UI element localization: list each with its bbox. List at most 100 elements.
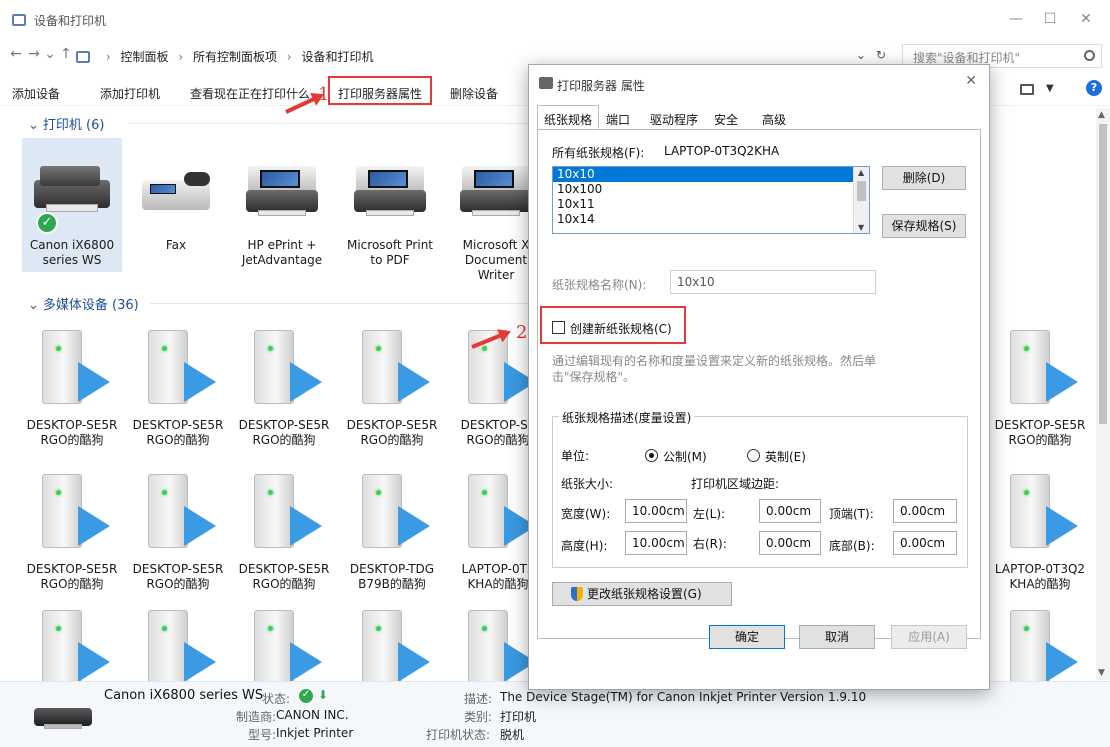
media-device[interactable]: LAPTOP-0T3Q2 KHA的酷狗 — [990, 462, 1090, 602]
address-dropdown-button[interactable]: ⌄ — [856, 48, 866, 62]
annotation-number: 1 — [318, 84, 330, 105]
manufacturer-label: 制造商: — [236, 710, 277, 724]
add-device-button[interactable]: 添加设备 — [12, 85, 60, 102]
media-section-header[interactable]: ⌄ 多媒体设备 (36) — [28, 294, 139, 313]
annotation-number: 2 — [516, 322, 528, 343]
close-button[interactable]: ✕ — [1066, 8, 1106, 30]
tab-advanced[interactable]: 高级 — [755, 107, 793, 129]
top-margin-input[interactable]: 0.00cm — [893, 499, 957, 523]
tab-forms[interactable]: 纸张规格 — [537, 105, 600, 129]
forward-button[interactable]: → — [26, 46, 42, 62]
media-section-title: 多媒体设备 (36) — [42, 298, 139, 313]
width-input[interactable]: 10.00cm — [625, 499, 687, 523]
english-radio[interactable] — [747, 449, 760, 462]
printer-microsoft-pdf[interactable]: Microsoft Print to PDF — [340, 138, 440, 272]
dialog-title: 打印服务器 属性 — [557, 79, 645, 93]
uac-shield-icon — [571, 587, 583, 601]
scroll-up-icon[interactable]: ▲ — [858, 168, 864, 177]
metric-radio[interactable] — [645, 449, 658, 462]
media-device[interactable]: DESKTOP-SE5R RGO的酷狗 — [234, 318, 334, 458]
list-item[interactable]: 10x14 — [553, 212, 869, 227]
maximize-button[interactable]: ☐ — [1030, 8, 1070, 30]
device-label: series WS — [42, 253, 102, 267]
device-label: DESKTOP-SE5R — [26, 418, 118, 432]
printer-icon — [244, 160, 320, 220]
breadcrumb: › 控制面板 › 所有控制面板项 › 设备和打印机 — [76, 48, 373, 65]
media-device[interactable] — [128, 598, 228, 684]
apply-button[interactable]: 应用(A) — [891, 625, 967, 649]
dialog-close-button[interactable]: ✕ — [965, 73, 977, 89]
printer-canon[interactable]: ✓ Canon iX6800 series WS — [22, 138, 122, 272]
ok-button[interactable]: 确定 — [709, 625, 785, 649]
list-item[interactable]: 10x10 — [553, 167, 869, 182]
device-label: RGO的酷狗 — [360, 433, 424, 447]
printers-section-header[interactable]: ⌄ 打印机 (6) — [28, 114, 104, 133]
printer-fax[interactable]: Fax — [126, 138, 226, 272]
section-divider — [128, 123, 528, 124]
width-label: 宽度(W): — [561, 507, 611, 521]
media-server-icon — [144, 606, 220, 684]
scroll-down-icon[interactable]: ▼ — [858, 223, 864, 232]
create-new-form-checkbox[interactable] — [552, 321, 565, 334]
refresh-button[interactable]: ↻ — [876, 48, 886, 62]
see-printing-button[interactable]: 查看现在正在打印什么 — [190, 85, 310, 102]
media-device[interactable] — [990, 598, 1090, 684]
tab-ports[interactable]: 端口 — [599, 107, 637, 129]
media-device[interactable]: DESKTOP-TDG B79B的酷狗 — [342, 462, 442, 602]
recent-locations-button[interactable]: ⌄ — [42, 46, 58, 62]
breadcrumb-control-panel[interactable]: 控制面板 — [120, 50, 168, 64]
details-pane: Canon iX6800 series WS 状态: ✓ ⬇ 制造商: CANO… — [0, 681, 1110, 747]
cancel-button[interactable]: 取消 — [799, 625, 875, 649]
height-input[interactable]: 10.00cm — [625, 531, 687, 555]
media-device[interactable]: DESKTOP-SE5R RGO的酷狗 — [990, 318, 1090, 458]
printer-hp-eprint[interactable]: HP ePrint + JetAdvantage — [232, 138, 332, 272]
vertical-scrollbar[interactable]: ▲ ▼ — [1096, 108, 1110, 680]
device-label: DESKTOP-TDG — [349, 562, 435, 576]
help-icon[interactable]: ? — [1086, 80, 1102, 96]
form-name-input[interactable]: 10x10 — [670, 270, 876, 294]
media-device[interactable] — [342, 598, 442, 684]
change-view-icon[interactable] — [1020, 84, 1034, 95]
listbox-scrollbar[interactable]: ▲ ▼ — [853, 167, 869, 233]
media-device[interactable] — [234, 598, 334, 684]
left-margin-label: 左(L): — [693, 507, 726, 521]
scrollbar-thumb[interactable] — [857, 181, 866, 201]
list-item[interactable]: 10x11 — [553, 197, 869, 212]
change-form-settings-label: 更改纸张规格设置(G) — [587, 587, 702, 601]
tab-drivers[interactable]: 驱动程序 — [643, 107, 705, 129]
device-label: DESKTOP-SE5R — [994, 418, 1086, 432]
scroll-down-icon[interactable]: ▼ — [1098, 668, 1105, 678]
breadcrumb-all-items[interactable]: 所有控制面板项 — [193, 50, 277, 64]
save-form-button[interactable]: 保存规格(S) — [882, 214, 966, 238]
media-device[interactable]: DESKTOP-SE5R RGO的酷狗 — [342, 318, 442, 458]
remove-device-button[interactable]: 删除设备 — [450, 85, 498, 102]
tab-security[interactable]: 安全 — [707, 107, 745, 129]
media-server-icon — [144, 470, 220, 550]
scroll-up-icon[interactable]: ▲ — [1098, 110, 1105, 120]
title-bar: 设备和打印机 — ☐ ✕ — [0, 0, 1110, 34]
list-item[interactable]: 10x100 — [553, 182, 869, 197]
media-device[interactable] — [22, 598, 122, 684]
right-margin-input[interactable]: 0.00cm — [759, 531, 821, 555]
media-device[interactable]: DESKTOP-SE5R RGO的酷狗 — [234, 462, 334, 602]
delete-form-button[interactable]: 删除(D) — [882, 166, 966, 190]
breadcrumb-devices-printers[interactable]: 设备和打印机 — [301, 50, 373, 64]
media-device[interactable]: DESKTOP-SE5R RGO的酷狗 — [128, 318, 228, 458]
media-device[interactable]: DESKTOP-SE5R RGO的酷狗 — [22, 318, 122, 458]
breadcrumb-separator: › — [178, 50, 184, 64]
up-button[interactable]: ↑ — [58, 46, 74, 62]
add-printer-button[interactable]: 添加打印机 — [100, 85, 160, 102]
media-device[interactable]: DESKTOP-SE5R RGO的酷狗 — [22, 462, 122, 602]
scrollbar-thumb[interactable] — [1099, 124, 1107, 424]
forms-listbox[interactable]: 10x10 10x100 10x11 10x14 ▲ ▼ — [552, 166, 870, 234]
bottom-margin-input[interactable]: 0.00cm — [893, 531, 957, 555]
printer-icon — [352, 160, 428, 220]
change-form-settings-button[interactable]: 更改纸张规格设置(G) — [552, 582, 732, 606]
media-device[interactable]: DESKTOP-SE5R RGO的酷狗 — [128, 462, 228, 602]
left-margin-input[interactable]: 0.00cm — [759, 499, 821, 523]
selected-device-name: Canon iX6800 series WS — [104, 688, 264, 703]
device-label: RGO的酷狗 — [146, 433, 210, 447]
back-button[interactable]: ← — [8, 46, 24, 62]
device-label: RGO的酷狗 — [252, 577, 316, 591]
view-options-caret[interactable]: ▼ — [1046, 83, 1054, 94]
